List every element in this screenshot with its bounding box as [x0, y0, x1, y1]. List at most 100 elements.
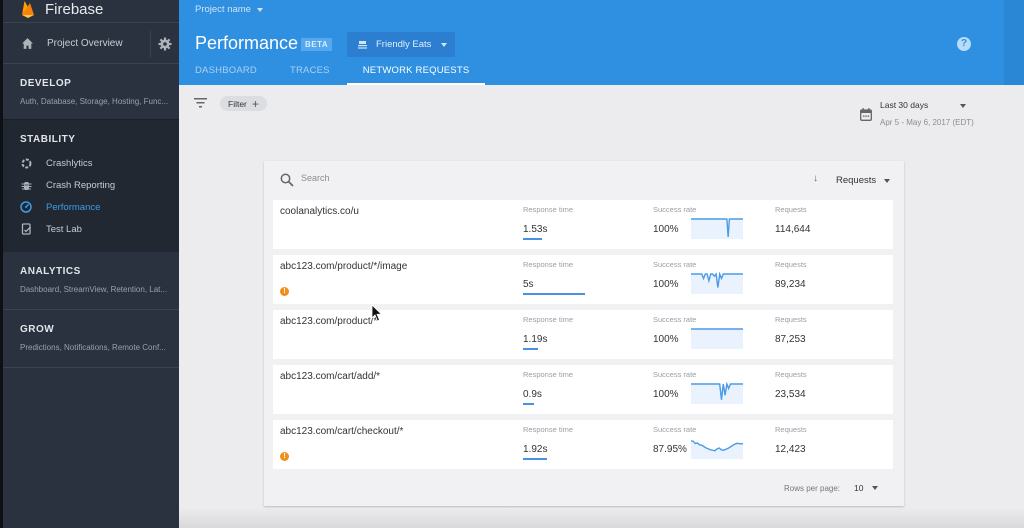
- success-rate-sparkline: [691, 328, 743, 349]
- sort-direction-icon[interactable]: ↓: [813, 173, 818, 184]
- success-rate-value: 87.95%: [653, 444, 687, 455]
- table-row[interactable]: abc123.com/product/*/image! Response time…: [273, 255, 893, 304]
- response-time-bar: [523, 348, 538, 350]
- requests-value: 23,534: [775, 389, 806, 400]
- section-title: GROW: [20, 324, 55, 335]
- divider: [150, 31, 151, 57]
- header-edge: [1004, 0, 1024, 85]
- caret-down-icon[interactable]: [871, 486, 878, 490]
- tab-dashboard[interactable]: DASHBOARD: [195, 60, 257, 85]
- response-time-bar: [523, 458, 547, 460]
- date-range-dates: Apr 5 - May 6, 2017 (EDT): [880, 118, 974, 127]
- tab-bar: DASHBOARD TRACES NETWORK REQUESTS: [179, 60, 485, 85]
- response-time-value: 0.9s: [523, 389, 542, 400]
- table-row[interactable]: abc123.com/product/* Response time 1.19s Su…: [273, 310, 893, 359]
- response-time-label: Response time: [523, 205, 574, 214]
- table-row[interactable]: abc123.com/cart/checkout/*! Response time…: [273, 420, 893, 469]
- request-url[interactable]: abc123.com/cart/add/*: [280, 371, 380, 382]
- caret-down-icon: [441, 42, 448, 47]
- brand-name: Firebase: [45, 0, 104, 18]
- calendar-icon: [860, 108, 872, 121]
- success-rate-label: Success rate: [653, 315, 697, 324]
- tab-traces[interactable]: TRACES: [290, 60, 330, 85]
- crashlytics-icon: [20, 157, 32, 169]
- filter-icon[interactable]: [194, 98, 207, 108]
- caret-down-icon: [884, 178, 891, 183]
- section-title: STABILITY: [20, 134, 76, 145]
- response-time-value: 1.19s: [523, 334, 548, 345]
- rows-per-page-select[interactable]: 10: [854, 483, 863, 493]
- request-url[interactable]: abc123.com/product/*: [280, 316, 377, 327]
- brand[interactable]: Firebase: [3, 0, 179, 22]
- tab-network-requests[interactable]: NETWORK REQUESTS: [346, 60, 485, 85]
- sidebar-item-test-lab[interactable]: Test Lab: [20, 218, 179, 240]
- project-selector[interactable]: Project name: [195, 4, 263, 15]
- requests-label: Requests: [775, 315, 807, 324]
- success-rate-value: 100%: [653, 389, 679, 400]
- sparkline-area: [691, 219, 743, 239]
- nav-section-develop[interactable]: DEVELOP Auth, Database, Storage, Hosting…: [3, 64, 179, 119]
- sidebar-item-crash-reporting[interactable]: Crash Reporting: [20, 174, 179, 196]
- project-overview[interactable]: Project Overview: [3, 22, 179, 64]
- sparkline-area: [691, 329, 743, 349]
- nav-section-analytics[interactable]: ANALYTICS Dashboard, StreamView, Retenti…: [3, 252, 179, 310]
- nav-section-grow[interactable]: GROW Predictions, Notifications, Remote …: [3, 310, 179, 368]
- request-url[interactable]: coolanalytics.co/u: [280, 206, 359, 217]
- sort-by-select[interactable]: Requests: [836, 175, 891, 186]
- requests-label: Requests: [775, 260, 807, 269]
- success-rate-label: Success rate: [653, 425, 697, 434]
- success-rate-value: 100%: [653, 334, 679, 345]
- response-time-label: Response time: [523, 425, 574, 434]
- success-rate-label: Success rate: [653, 260, 697, 269]
- section-subtitle: Dashboard, StreamView, Retention, Lat...: [20, 285, 168, 294]
- firebase-logo-icon: [22, 1, 34, 18]
- response-time-bar: [523, 293, 585, 295]
- requests-value: 114,644: [775, 224, 811, 235]
- sidebar-item-label: Crashlytics: [46, 157, 93, 169]
- search-input[interactable]: [301, 173, 501, 183]
- plus-icon: +: [251, 96, 259, 111]
- header: Project name Performance BETA Friendly E…: [179, 0, 1024, 85]
- table-row[interactable]: coolanalytics.co/u Response time 1.53s Succ…: [273, 200, 893, 249]
- mouse-cursor-icon: [371, 304, 383, 322]
- caret-down-icon: [960, 104, 966, 108]
- response-time-label: Response time: [523, 370, 574, 379]
- app-name: Friendly Eats: [376, 39, 432, 50]
- success-rate-sparkline: [691, 382, 743, 404]
- sort-by-label: Requests: [836, 175, 877, 186]
- nav-section-stability: STABILITY Crashlytics Crash Reporting Pe…: [3, 119, 179, 252]
- warning-icon: !: [280, 452, 289, 461]
- response-time-bar: [523, 403, 535, 405]
- project-overview-label: Project Overview: [47, 37, 123, 49]
- success-rate-label: Success rate: [653, 205, 697, 214]
- sidebar-item-label: Performance: [46, 201, 101, 213]
- requests-value: 12,423: [775, 444, 806, 455]
- bug-icon: [20, 179, 32, 191]
- response-time-bar: [523, 238, 543, 240]
- help-icon[interactable]: ?: [957, 37, 971, 51]
- filter-chip[interactable]: Filter +: [220, 96, 267, 111]
- requests-label: Requests: [775, 205, 807, 214]
- app-icon: [358, 40, 367, 49]
- table-row[interactable]: abc123.com/cart/add/* Response time 0.9s Su…: [273, 365, 893, 414]
- network-requests-card: ↓ Requests coolanalytics.co/u Response ti…: [264, 161, 904, 506]
- sidebar: Firebase Project Overview DEVELOP Auth, …: [0, 0, 179, 528]
- sidebar-item-crashlytics[interactable]: Crashlytics: [20, 152, 179, 174]
- section-subtitle: Auth, Database, Storage, Hosting, Func..…: [20, 97, 169, 106]
- speedometer-icon: [20, 201, 32, 213]
- response-time-value: 1.53s: [523, 224, 548, 235]
- section-subtitle: Predictions, Notifications, Remote Conf.…: [20, 343, 166, 352]
- request-url[interactable]: abc123.com/product/*/image: [280, 261, 407, 272]
- date-range-label: Last 30 days: [880, 100, 929, 110]
- test-lab-icon: [20, 223, 32, 235]
- success-rate-label: Success rate: [653, 370, 697, 379]
- response-time-value: 1.92s: [523, 444, 548, 455]
- gear-icon[interactable]: [158, 37, 172, 51]
- app-selector[interactable]: Friendly Eats: [347, 32, 455, 57]
- requests-label: Requests: [775, 370, 807, 379]
- search-icon: [280, 173, 294, 187]
- request-url[interactable]: abc123.com/cart/checkout/*: [280, 426, 403, 437]
- response-time-value: 5s: [523, 279, 534, 290]
- sidebar-item-performance[interactable]: Performance: [20, 196, 179, 218]
- response-time-label: Response time: [523, 260, 574, 269]
